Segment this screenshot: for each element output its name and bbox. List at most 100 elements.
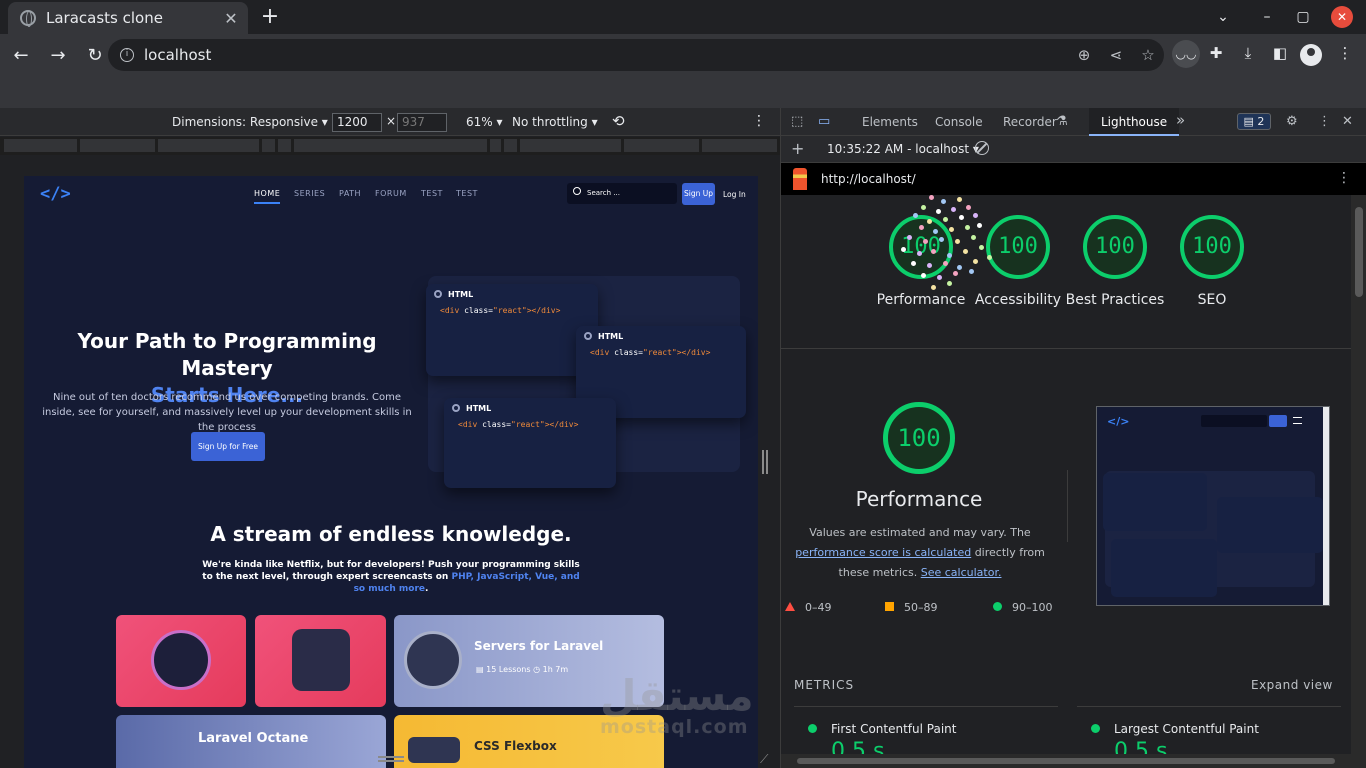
confetti-dot (923, 239, 928, 244)
minimize-icon[interactable]: – (1256, 6, 1278, 28)
throttling-dropdown[interactable]: No throttling ▾ (512, 115, 598, 129)
more-tabs-icon[interactable]: » (1176, 111, 1185, 129)
report-vertical-scrollbar[interactable] (1351, 195, 1366, 768)
inspect-element-icon[interactable]: ⬚ (791, 114, 803, 129)
zoom-icon[interactable]: ⊕ (1068, 46, 1100, 64)
settings-gear-icon[interactable]: ⚙ (1286, 114, 1298, 129)
report-horizontal-scrollbar[interactable] (781, 754, 1351, 768)
issues-badge[interactable]: ▤ 2 (1237, 113, 1271, 130)
scrollbar-thumb[interactable] (797, 758, 1335, 764)
metrics-heading: METRICS (794, 678, 855, 692)
course-card-spiral[interactable] (116, 615, 246, 707)
viewport-resize-handle-bottom[interactable] (378, 756, 404, 762)
tab-close-icon[interactable]: ✕ (222, 9, 240, 28)
course-card-shopify[interactable] (255, 615, 386, 707)
gauge-label: Performance (876, 292, 966, 308)
viewport-resize-handle-right[interactable] (762, 450, 768, 474)
nav-series[interactable]: SERIES (294, 189, 325, 198)
gauge-label: Accessibility (974, 292, 1062, 308)
width-input[interactable]: 1200 (332, 113, 382, 132)
code-card-header: HTML (452, 404, 491, 413)
profile-avatar[interactable] (1300, 44, 1322, 66)
devtools-close-icon[interactable]: ✕ (1342, 114, 1353, 129)
height-input[interactable]: 937 (397, 113, 447, 132)
zoom-dropdown[interactable]: 61% ▾ (466, 115, 503, 129)
clear-reports-icon[interactable] (975, 141, 989, 155)
media-query-bar[interactable] (0, 137, 780, 155)
devtools-panel: ⬚ ▭ Elements Console Recorder ⚗ Lighthou… (780, 108, 1366, 768)
tab-lighthouse[interactable]: Lighthouse (1089, 108, 1180, 136)
site-logo[interactable]: </> (40, 184, 71, 204)
devtools-menu-icon[interactable]: ⋮ (1318, 114, 1331, 129)
gauge-accessibility[interactable]: 100 (986, 215, 1050, 279)
thumbnail-logo: </> (1107, 415, 1130, 428)
thumbnail-code-card (1111, 539, 1217, 597)
confetti-dot (913, 213, 918, 218)
tab-recorder[interactable]: Recorder (1003, 115, 1057, 129)
nav-forum[interactable]: FORUM (375, 189, 407, 198)
final-screenshot-thumbnail[interactable]: </> (1096, 406, 1330, 606)
maximize-icon[interactable]: ▢ (1292, 6, 1314, 28)
confetti-dot (953, 271, 958, 276)
chrome-menu-icon[interactable]: ⋮ (1334, 44, 1356, 66)
stream-text: We're kinda like Netflix, but for develo… (202, 560, 580, 594)
forward-icon[interactable]: → (42, 45, 74, 66)
course-card-octane[interactable]: Laravel Octane (116, 715, 386, 768)
site-info-icon[interactable]: i (120, 48, 134, 62)
code-card: HTML <div class="react"></div> (426, 284, 598, 376)
search-placeholder: Search ... (587, 189, 620, 197)
tab-search-icon[interactable]: ⌄ (1212, 6, 1234, 28)
extension-icon[interactable]: ◡◡ (1172, 40, 1200, 68)
expand-view-toggle[interactable]: Expand view (1251, 678, 1333, 692)
report-menu-icon[interactable]: ⋮ (1337, 170, 1351, 186)
scrollbar-thumb[interactable] (1355, 207, 1363, 297)
gear-icon (452, 404, 460, 412)
download-icon[interactable]: ⤓ (1237, 44, 1259, 66)
new-report-icon[interactable]: + (791, 139, 804, 158)
performance-score-link[interactable]: performance score is calculated (795, 546, 971, 559)
thumbnail-search (1201, 415, 1267, 427)
gauge-seo[interactable]: 100 (1180, 215, 1244, 279)
nav-path[interactable]: PATH (339, 189, 361, 198)
confetti-dot (971, 235, 976, 240)
bookmark-star-icon[interactable]: ☆ (1132, 46, 1164, 64)
confetti-dot (931, 285, 936, 290)
confetti-dot (949, 227, 954, 232)
gauge-best-practices[interactable]: 100 (1083, 215, 1147, 279)
close-window-icon[interactable]: ✕ (1331, 6, 1353, 28)
report-selector[interactable]: 10:35:22 AM - localhost ▾ (827, 142, 979, 156)
side-panel-icon[interactable]: ◧ (1269, 44, 1291, 66)
nav-test-2[interactable]: TEST (456, 189, 478, 198)
thumbnail-code-card (1103, 473, 1207, 531)
tab-elements[interactable]: Elements (862, 115, 918, 129)
rotate-icon[interactable]: ⟲ (612, 112, 625, 130)
confetti-dot (933, 229, 938, 234)
tab-console[interactable]: Console (935, 115, 983, 129)
device-toggle-icon[interactable]: ▭ (818, 114, 830, 129)
site-login-link[interactable]: Log In (723, 190, 746, 199)
reload-icon[interactable]: ↻ (79, 45, 111, 66)
dimensions-dropdown[interactable]: Dimensions: Responsive ▾ (172, 115, 328, 129)
back-icon[interactable]: ← (5, 45, 37, 66)
device-menu-icon[interactable]: ⋮ (752, 113, 766, 129)
confetti-dot (943, 261, 948, 266)
performance-title: Performance (855, 487, 983, 511)
extensions-puzzle-icon[interactable]: ✚ (1205, 44, 1227, 66)
site-signup-button[interactable]: Sign Up (682, 183, 715, 205)
gear-icon (434, 290, 442, 298)
confetti-dot (957, 197, 962, 202)
site-search-input[interactable]: Search ... (567, 183, 677, 204)
share-icon[interactable]: ⋖ (1100, 46, 1132, 64)
address-url[interactable]: localhost (144, 46, 1068, 64)
confetti-dot (939, 237, 944, 242)
nav-test[interactable]: TEST (421, 189, 443, 198)
hero-signup-button[interactable]: Sign Up for Free (191, 432, 265, 461)
new-tab-button[interactable]: + (258, 4, 282, 29)
viewport-resize-corner[interactable]: ⟋ (760, 752, 768, 767)
site-navbar: </> HOME SERIES PATH FORUM TEST TEST Sea… (24, 176, 758, 212)
address-bar[interactable]: i localhost ⊕ ⋖ ☆ (108, 39, 1164, 71)
nav-home[interactable]: HOME (254, 189, 281, 204)
see-calculator-link[interactable]: See calculator. (921, 566, 1002, 579)
browser-tab[interactable]: Laracasts clone ✕ (8, 2, 248, 34)
confetti-dot (911, 261, 916, 266)
